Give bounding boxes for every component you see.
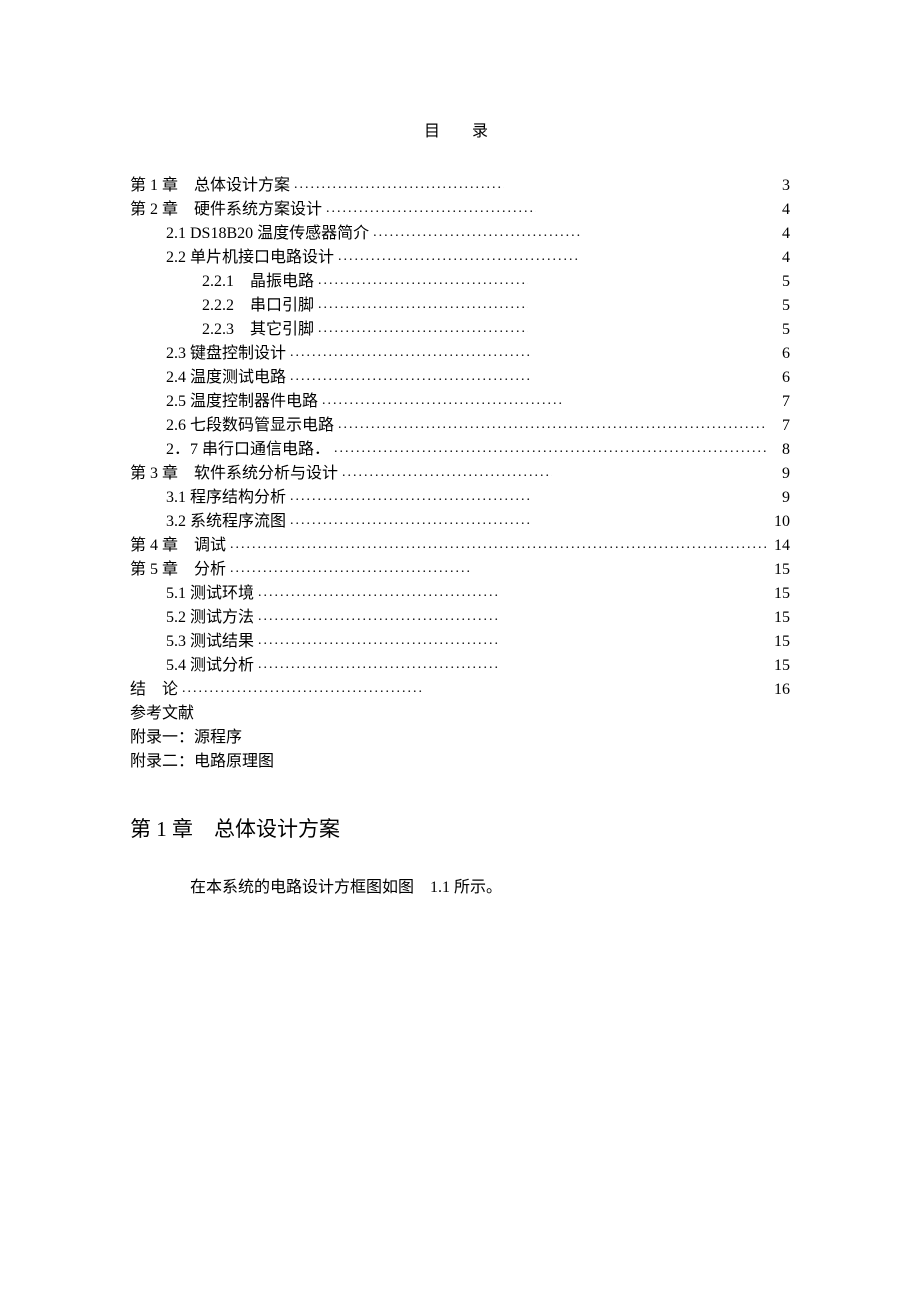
toc-extra-entry: 参考文献	[130, 702, 790, 726]
toc-page-number: 5	[770, 294, 790, 318]
toc-extra-entry: 附录二：电路原理图	[130, 750, 790, 774]
toc-page-number: 4	[770, 222, 790, 246]
toc-dots	[322, 390, 562, 411]
toc-dots	[290, 342, 530, 363]
toc-dots	[318, 318, 528, 339]
toc-page-number: 6	[770, 342, 790, 366]
toc-dots	[294, 174, 504, 195]
toc-label: 5.2 测试方法	[166, 606, 254, 630]
toc-extra-entries: 参考文献附录一：源程序附录二：电路原理图	[130, 702, 790, 774]
toc-page-number: 4	[770, 198, 790, 222]
toc-dots	[318, 270, 528, 291]
toc-entry: 2.4 温度测试电路 6	[130, 366, 790, 390]
toc-entry: 第 4 章 调试 14	[130, 534, 790, 558]
toc-label: 5.4 测试分析	[166, 654, 254, 678]
toc-entry: 5.1 测试环境 15	[130, 582, 790, 606]
toc-page-number: 14	[770, 534, 790, 558]
toc-page-number: 7	[770, 414, 790, 438]
toc-page-number: 9	[770, 462, 790, 486]
toc-entry: 5.3 测试结果 15	[130, 630, 790, 654]
toc-dots	[230, 558, 470, 579]
toc-dots	[342, 462, 552, 483]
toc-label: 第 3 章 软件系统分析与设计	[130, 462, 338, 486]
toc-label: 2.4 温度测试电路	[166, 366, 286, 390]
toc-label: 第 5 章 分析	[130, 558, 226, 582]
toc-entry: 第 2 章 硬件系统方案设计 4	[130, 198, 790, 222]
toc-entry: 2.5 温度控制器件电路 7	[130, 390, 790, 414]
toc-dots	[258, 630, 498, 651]
toc-dots	[230, 534, 766, 555]
toc-page-number: 7	[770, 390, 790, 414]
toc-dots	[338, 414, 766, 435]
toc-entry: 2.2.3 其它引脚 5	[130, 318, 790, 342]
toc-page-number: 16	[770, 678, 790, 702]
toc-label: 2.2.3 其它引脚	[202, 318, 314, 342]
toc-entry: 3.2 系统程序流图 10	[130, 510, 790, 534]
toc-label: 2.2 单片机接口电路设计	[166, 246, 334, 270]
toc-page-number: 15	[770, 654, 790, 678]
toc-label: 2.2.1 晶振电路	[202, 270, 314, 294]
toc-dots	[258, 654, 498, 675]
toc-dots	[290, 366, 530, 387]
toc-page-number: 8	[770, 438, 790, 462]
toc-entry: 2.6 七段数码管显示电路 7	[130, 414, 790, 438]
toc-page-number: 15	[770, 606, 790, 630]
toc-page-number: 15	[770, 558, 790, 582]
toc-entry: 5.2 测试方法 15	[130, 606, 790, 630]
toc-entry: 2．7 串行口通信电路． 8	[130, 438, 790, 462]
toc-page-number: 5	[770, 318, 790, 342]
toc-dots	[326, 198, 536, 219]
toc-dots	[258, 582, 498, 603]
toc-title: 目 录	[130, 120, 790, 144]
toc-label: 2.5 温度控制器件电路	[166, 390, 318, 414]
toc-dots	[318, 294, 528, 315]
toc-entry: 2.3 键盘控制设计 6	[130, 342, 790, 366]
toc-page-number: 5	[770, 270, 790, 294]
toc-label: 5.3 测试结果	[166, 630, 254, 654]
toc-label: 2.1 DS18B20 温度传感器简介	[166, 222, 369, 246]
toc-dots	[290, 486, 530, 507]
toc-entry: 第 5 章 分析 15	[130, 558, 790, 582]
body-paragraph: 在本系统的电路设计方框图如图 1.1 所示。	[130, 876, 790, 900]
toc-entry: 第 3 章 软件系统分析与设计 9	[130, 462, 790, 486]
toc-label: 3.2 系统程序流图	[166, 510, 286, 534]
chapter-heading: 第 1 章 总体设计方案	[130, 814, 790, 846]
toc-label: 第 2 章 硬件系统方案设计	[130, 198, 322, 222]
table-of-contents: 第 1 章 总体设计方案3第 2 章 硬件系统方案设计42.1 DS18B20 …	[130, 174, 790, 702]
toc-label: 2.2.2 串口引脚	[202, 294, 314, 318]
toc-page-number: 3	[770, 174, 790, 198]
toc-entry: 3.1 程序结构分析 9	[130, 486, 790, 510]
toc-label: 5.1 测试环境	[166, 582, 254, 606]
toc-entry: 2.2.1 晶振电路 5	[130, 270, 790, 294]
toc-dots	[258, 606, 498, 627]
toc-dots	[290, 510, 530, 531]
toc-page-number: 15	[770, 630, 790, 654]
toc-entry: 第 1 章 总体设计方案 3	[130, 174, 790, 198]
toc-label: 2．7 串行口通信电路．	[166, 438, 330, 462]
toc-dots	[334, 438, 766, 459]
toc-page-number: 4	[770, 246, 790, 270]
toc-label: 2.6 七段数码管显示电路	[166, 414, 334, 438]
toc-dots	[338, 246, 578, 267]
toc-dots	[182, 678, 422, 699]
toc-entry: 2.2.2 串口引脚 5	[130, 294, 790, 318]
toc-label: 第 1 章 总体设计方案	[130, 174, 290, 198]
toc-entry: 5.4 测试分析 15	[130, 654, 790, 678]
toc-entry: 2.1 DS18B20 温度传感器简介 4	[130, 222, 790, 246]
toc-page-number: 9	[770, 486, 790, 510]
toc-page-number: 6	[770, 366, 790, 390]
toc-label: 第 4 章 调试	[130, 534, 226, 558]
toc-label: 结 论	[130, 678, 178, 702]
toc-entry: 2.2 单片机接口电路设计 4	[130, 246, 790, 270]
toc-extra-entry: 附录一：源程序	[130, 726, 790, 750]
toc-entry: 结 论 16	[130, 678, 790, 702]
toc-page-number: 10	[770, 510, 790, 534]
toc-dots	[373, 222, 583, 243]
toc-label: 2.3 键盘控制设计	[166, 342, 286, 366]
toc-page-number: 15	[770, 582, 790, 606]
toc-label: 3.1 程序结构分析	[166, 486, 286, 510]
